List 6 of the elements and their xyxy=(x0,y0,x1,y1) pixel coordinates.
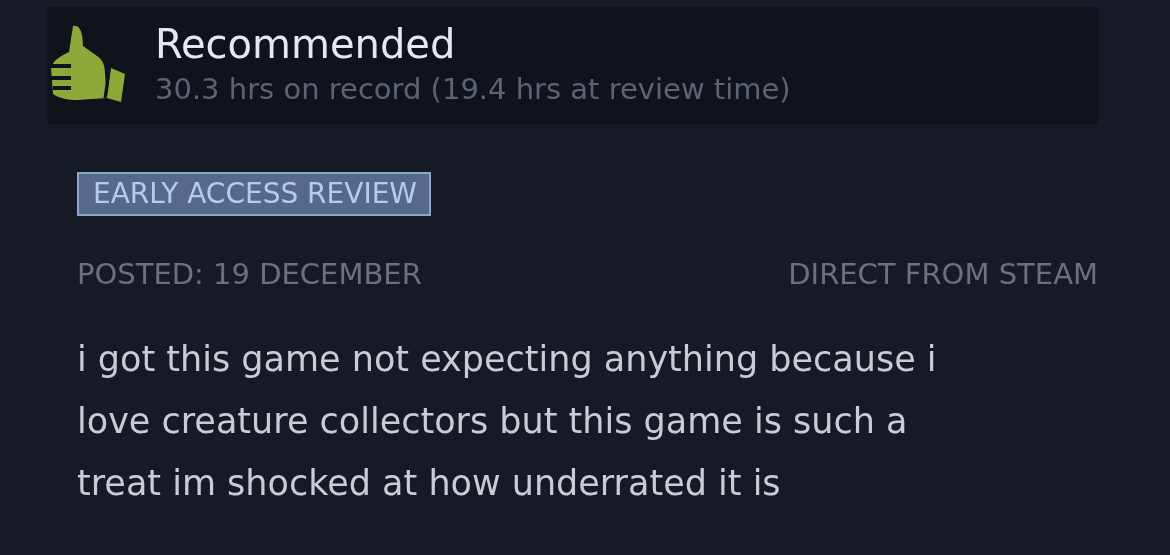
posted-date: POSTED: 19 DECEMBER xyxy=(77,256,422,293)
early-access-badge: EARLY ACCESS REVIEW xyxy=(77,172,432,216)
playtime: 30.3 hrs on record (19.4 hrs at review time) xyxy=(155,70,791,108)
review-verdict: Recommended xyxy=(155,19,457,69)
review-text: i got this game not expecting anything because i love creature collectors but this game is such a treat im shocked at how underrated it is xyxy=(77,338,938,505)
review-source: DIRECT FROM STEAM xyxy=(788,256,1098,293)
